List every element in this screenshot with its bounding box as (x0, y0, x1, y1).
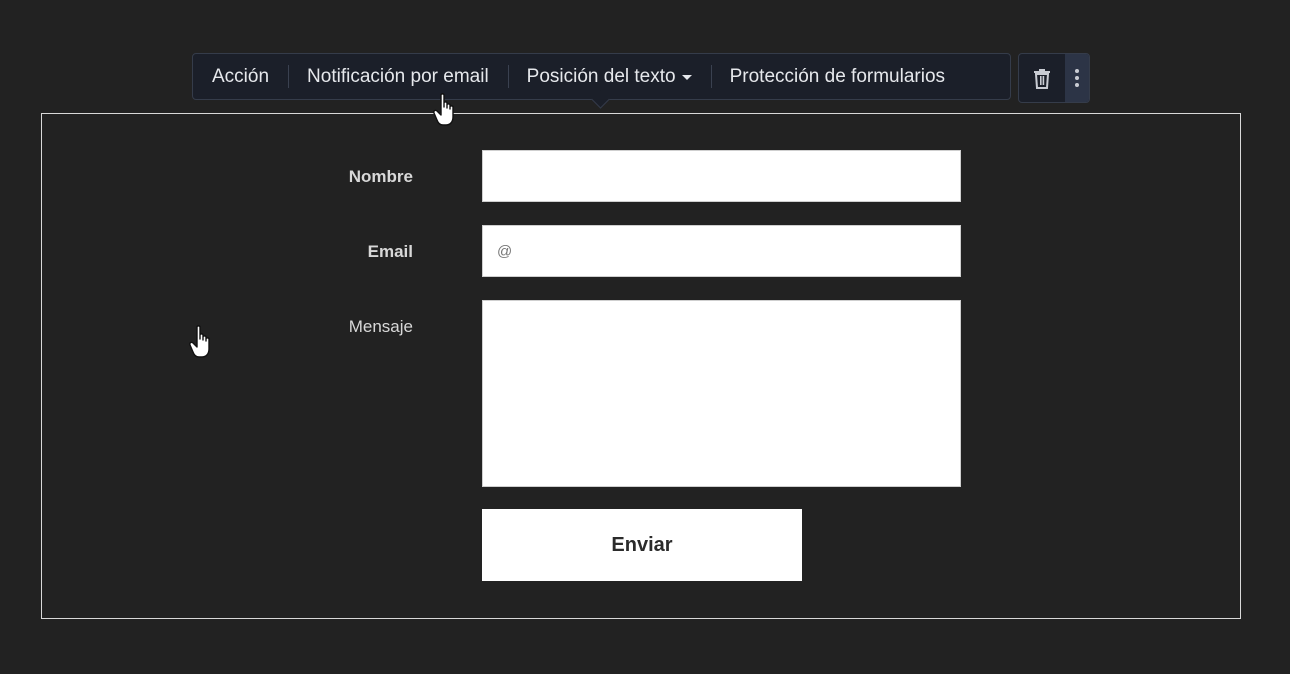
email-input[interactable] (482, 225, 961, 277)
toolbar-item-label: Acción (212, 65, 270, 87)
caret-down-icon (681, 75, 692, 80)
contact-form-block[interactable]: Nombre Email Mensaje Enviar (41, 113, 1241, 619)
toolbar-item-label: Protección de formularios (729, 65, 946, 87)
delete-button[interactable] (1019, 54, 1065, 102)
nombre-input[interactable] (482, 150, 961, 202)
more-vertical-icon (1075, 69, 1079, 87)
toolbar-item-notificacion-email[interactable]: Notificación por email (288, 54, 508, 99)
more-options-button[interactable] (1065, 54, 1089, 102)
trash-icon (1034, 68, 1050, 89)
email-label: Email (367, 242, 413, 261)
toolbar-item-accion[interactable]: Acción (193, 54, 288, 99)
editor-toolbar: Acción Notificación por email Posición d… (192, 53, 1011, 100)
toolbar-item-proteccion-formularios[interactable]: Protección de formularios (710, 54, 964, 99)
toolbar-item-label: Notificación por email (307, 65, 489, 87)
toolbar-actions (1018, 53, 1090, 103)
toolbar-item-posicion-texto[interactable]: Posición del texto (507, 54, 711, 99)
mensaje-label: Mensaje (348, 317, 413, 336)
nombre-label: Nombre (348, 167, 413, 186)
mensaje-textarea[interactable] (482, 300, 961, 487)
toolbar-item-label: Posición del texto (526, 65, 676, 87)
submit-button[interactable]: Enviar (482, 509, 802, 581)
